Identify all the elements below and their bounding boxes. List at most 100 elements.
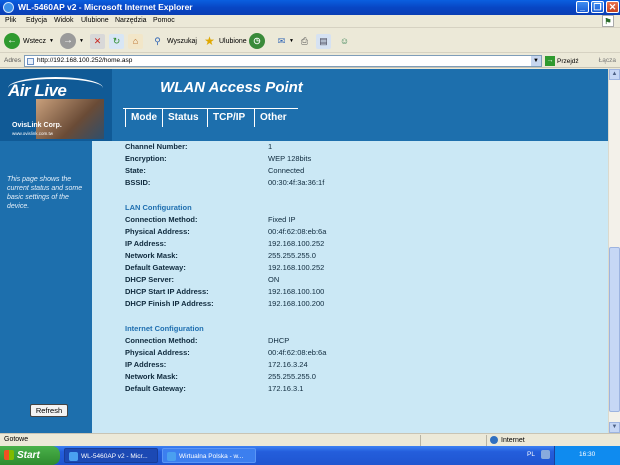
dhcp-start-label: DHCP Start IP Address: (125, 287, 209, 296)
refresh-toolbar-button[interactable]: ↻ (109, 32, 124, 50)
nav-other[interactable]: Other (254, 109, 292, 127)
back-button[interactable]: ← Wstecz ▼ (4, 32, 54, 50)
messenger-button[interactable]: ☺ (337, 32, 352, 50)
address-label: Adres (4, 57, 21, 64)
ie-icon (69, 452, 78, 461)
edit-icon: ▤ (316, 33, 331, 49)
taskbar-item-wp[interactable]: Wirtualna Polska - w... (162, 448, 256, 463)
menu-help[interactable]: Pomoc (153, 17, 175, 24)
web-page: Air Live OvisLink Corp. www.ovislink.com… (0, 69, 608, 433)
channel-label: Channel Number: (125, 142, 188, 151)
maximize-button[interactable]: ❐ (591, 1, 604, 13)
language-indicator[interactable]: PL (527, 451, 535, 458)
nav-status[interactable]: Status (162, 109, 204, 127)
edit-button[interactable]: ▤ (316, 32, 331, 50)
status-bar: Gotowe Internet (0, 433, 620, 446)
forward-button[interactable]: → ▼ (60, 32, 84, 50)
mail-icon: ✉ (277, 35, 286, 46)
start-button[interactable]: Start (0, 446, 60, 465)
title-bar: WL-5460AP v2 - Microsoft Internet Explor… (0, 0, 620, 15)
menu-edit[interactable]: Edycja (26, 17, 47, 24)
lan-ip-value: 192.168.100.252 (268, 239, 325, 248)
favorites-label: Ulubione (219, 37, 247, 45)
lan-section-title: LAN Configuration (125, 203, 192, 212)
lan-mac-label: Physical Address: (125, 227, 190, 236)
sidebar-description: This page shows the current status and s… (7, 176, 83, 210)
bssid-value: 00:30:4f:3a:36:1f (268, 178, 325, 187)
search-button[interactable]: ⚲ Wyszukaj (150, 32, 197, 50)
state-label: State: (125, 166, 146, 175)
clock: 16:30 (579, 451, 596, 458)
chevron-down-icon: ▼ (79, 38, 84, 44)
go-button[interactable]: → Przejdź (545, 56, 579, 66)
messenger-icon: ☺ (339, 35, 350, 46)
chevron-down-icon: ▼ (289, 38, 294, 44)
scroll-up-icon[interactable]: ▲ (609, 69, 620, 80)
windows-flag-icon (4, 450, 14, 460)
sidebar: This page shows the current status and s… (0, 141, 92, 433)
dhcp-finish-value: 192.168.100.200 (268, 299, 325, 308)
zone-label: Internet (501, 436, 525, 444)
wan-gateway-value: 172.16.3.1 (268, 384, 304, 393)
print-icon: ⎙ (300, 35, 309, 46)
encryption-label: Encryption: (125, 154, 167, 163)
page-header: Air Live OvisLink Corp. www.ovislink.com… (0, 69, 608, 141)
refresh-icon: ↻ (109, 33, 124, 49)
history-icon: ◷ (249, 33, 265, 49)
wan-connection-value: DHCP (268, 336, 290, 345)
search-icon: ⚲ (154, 35, 161, 46)
menu-bar: Plik Edycja Widok Ulubione Narzędzia Pom… (0, 15, 620, 28)
start-label: Start (17, 450, 40, 461)
taskbar-item-label: WL-5460AP v2 - Micr... (81, 453, 148, 460)
globe-icon (490, 436, 498, 444)
favorites-button[interactable]: ★ Ulubione (202, 32, 247, 50)
wan-mac-label: Physical Address: (125, 348, 190, 357)
dhcp-finish-label: DHCP Finish IP Address: (125, 299, 214, 308)
links-button[interactable]: Łącza (599, 57, 616, 64)
refresh-button[interactable]: Refresh (30, 404, 68, 417)
history-button[interactable]: ◷ (249, 32, 265, 50)
page-icon (27, 58, 34, 65)
minimize-button[interactable]: _ (576, 1, 589, 13)
channel-value: 1 (268, 142, 273, 151)
chevron-down-icon[interactable]: ▼ (531, 56, 541, 66)
ie-icon (3, 2, 14, 13)
scroll-thumb[interactable] (609, 247, 620, 412)
stop-icon: ✕ (90, 33, 105, 49)
wan-gateway-label: Default Gateway: (125, 384, 186, 393)
home-button[interactable]: ⌂ (128, 32, 143, 50)
encryption-value: WEP 128bits (268, 154, 312, 163)
stop-button[interactable]: ✕ (90, 32, 105, 50)
menu-file[interactable]: Plik (5, 17, 16, 24)
wan-ip-value: 172.16.3.24 (268, 360, 308, 369)
ie-icon (167, 452, 176, 461)
back-label: Wstecz (23, 37, 46, 45)
window-title: WL-5460AP v2 - Microsoft Internet Explor… (18, 2, 193, 12)
status-content: Channel Number: 1 Encryption: WEP 128bit… (92, 141, 608, 433)
state-value: Connected (268, 166, 305, 175)
address-input[interactable]: http://192.168.100.252/home.asp ▼ (24, 55, 542, 67)
nav-tcpip[interactable]: TCP/IP (207, 109, 250, 127)
taskbar-item-ie[interactable]: WL-5460AP v2 - Micr... (64, 448, 158, 463)
toolbar: ← Wstecz ▼ → ▼ ✕ ↻ ⌂ ⚲ Wyszukaj ★ Ulubio… (0, 29, 620, 53)
menu-view[interactable]: Widok (54, 17, 73, 24)
menu-favorites[interactable]: Ulubione (81, 17, 109, 24)
system-tray: PL 16:30 (527, 446, 620, 465)
vertical-scrollbar[interactable]: ▲ ▼ (608, 69, 620, 433)
mail-button[interactable]: ✉ ▼ (274, 32, 294, 50)
lan-gateway-label: Default Gateway: (125, 263, 186, 272)
company-url: www.ovislink.com.tw (12, 131, 54, 136)
close-button[interactable]: ✕ (606, 1, 619, 13)
network-icon[interactable] (541, 450, 550, 459)
address-bar: Adres http://192.168.100.252/home.asp ▼ … (0, 54, 620, 68)
status-divider (486, 435, 487, 446)
nav-mode[interactable]: Mode (125, 109, 162, 127)
airlive-logo: Air Live OvisLink Corp. www.ovislink.com… (0, 69, 112, 141)
print-button[interactable]: ⎙ (297, 32, 312, 50)
lan-connection-value: Fixed IP (268, 215, 296, 224)
scroll-down-icon[interactable]: ▼ (609, 422, 620, 433)
internet-section-title: Internet Configuration (125, 324, 204, 333)
menu-tools[interactable]: Narzędzia (115, 17, 147, 24)
lan-connection-label: Connection Method: (125, 215, 198, 224)
lan-ip-label: IP Address: (125, 239, 167, 248)
